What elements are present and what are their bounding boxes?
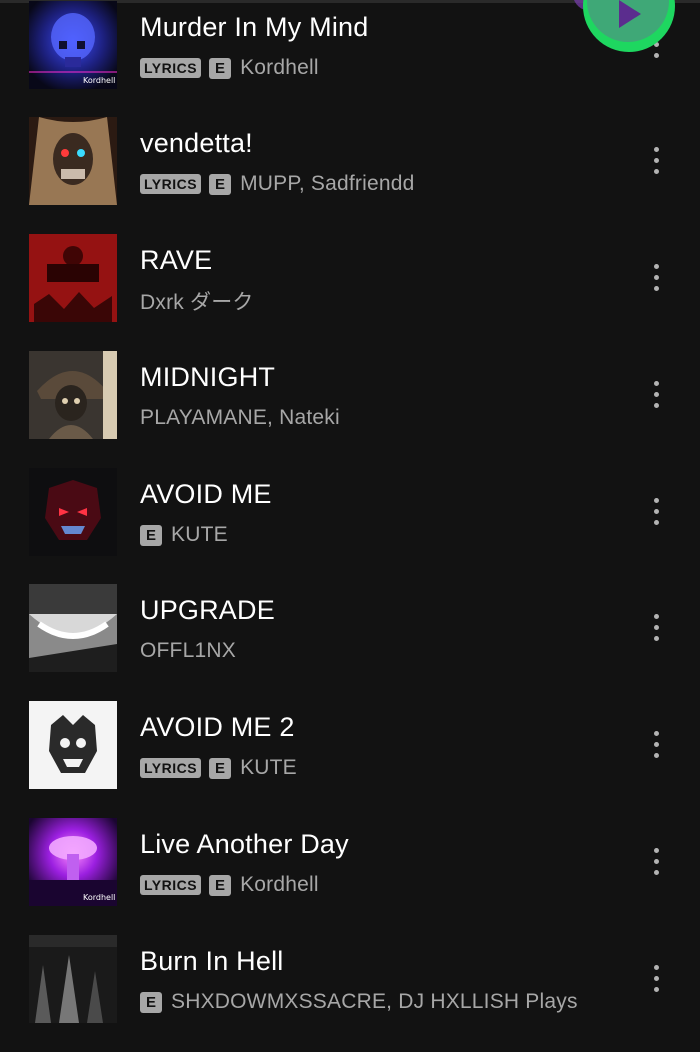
more-options-button[interactable]: [640, 844, 674, 880]
more-options-button[interactable]: [640, 961, 674, 997]
track-artist: OFFL1NX: [140, 639, 236, 662]
track-title: vendetta!: [140, 128, 253, 158]
track-row[interactable]: AVOID ME 2 LYRICS E KUTE: [0, 701, 700, 818]
explicit-badge: E: [140, 991, 162, 1013]
track-row[interactable]: AVOID ME E KUTE: [0, 468, 700, 585]
album-cover: [29, 468, 117, 556]
track-meta: LYRICS E KUTE: [140, 755, 297, 781]
track-title: AVOID ME 2: [140, 712, 295, 742]
track-meta: OFFL1NX: [140, 638, 236, 664]
track-meta: Dxrk ダーク: [140, 288, 254, 314]
track-title: UPGRADE: [140, 595, 275, 625]
track-artist: KUTE: [240, 756, 297, 779]
explicit-badge: E: [209, 173, 232, 195]
track-artist: Kordhell: [240, 56, 319, 79]
track-row[interactable]: MIDNIGHT PLAYAMANE, Nateki: [0, 351, 700, 468]
more-vertical-icon: [654, 147, 659, 152]
track-title: RAVE: [140, 245, 213, 275]
album-cover: [29, 234, 117, 322]
more-vertical-icon: [654, 381, 659, 386]
more-options-button[interactable]: [640, 494, 674, 530]
track-artist: KUTE: [171, 523, 228, 546]
lyrics-badge: LYRICS: [140, 58, 202, 78]
track-meta: LYRICS E MUPP, Sadfriendd: [140, 171, 414, 197]
track-row[interactable]: Kordhell Live Another Day LYRICS E Kordh…: [0, 818, 700, 935]
track-title: Murder In My Mind: [140, 12, 369, 42]
album-cover: Kordhell: [29, 818, 117, 906]
album-cover: [29, 584, 117, 672]
album-cover: [29, 935, 117, 1023]
more-options-button[interactable]: [640, 260, 674, 296]
more-options-button[interactable]: [640, 727, 674, 763]
more-vertical-icon: [654, 498, 659, 503]
track-meta: LYRICS E Kordhell: [140, 872, 319, 898]
album-cover: [29, 351, 117, 439]
lyrics-badge: LYRICS: [140, 758, 202, 778]
more-options-button[interactable]: [640, 143, 674, 179]
album-cover: Kordhell: [29, 1, 117, 89]
more-vertical-icon: [654, 731, 659, 736]
svg-text:Kordhell: Kordhell: [83, 893, 115, 902]
track-title: Live Another Day: [140, 829, 349, 859]
album-cover: [29, 117, 117, 205]
track-title: AVOID ME: [140, 479, 272, 509]
svg-text:Kordhell: Kordhell: [83, 76, 115, 85]
track-title: MIDNIGHT: [140, 362, 276, 392]
track-artist: MUPP, Sadfriendd: [240, 172, 415, 195]
track-meta: LYRICS E Kordhell: [140, 55, 319, 81]
more-vertical-icon: [654, 965, 659, 970]
explicit-badge: E: [209, 757, 232, 779]
lyrics-badge: LYRICS: [140, 875, 202, 895]
explicit-badge: E: [209, 57, 232, 79]
track-row[interactable]: vendetta! LYRICS E MUPP, Sadfriendd: [0, 117, 700, 234]
album-cover: [29, 701, 117, 789]
track-title: Burn In Hell: [140, 946, 284, 976]
more-vertical-icon: [654, 614, 659, 619]
more-options-button[interactable]: [640, 377, 674, 413]
track-meta: PLAYAMANE, Nateki: [140, 405, 340, 431]
track-artist: Kordhell: [240, 873, 319, 896]
play-icon: [619, 0, 641, 28]
explicit-badge: E: [140, 524, 162, 546]
track-artist: Dxrk ダーク: [140, 291, 254, 314]
track-row[interactable]: UPGRADE OFFL1NX: [0, 584, 700, 701]
track-meta: E SHXDOWMXSSACRE, DJ HXLLISH Plays: [140, 989, 578, 1015]
explicit-badge: E: [209, 874, 232, 896]
more-vertical-icon: [654, 848, 659, 853]
lyrics-badge: LYRICS: [140, 174, 202, 194]
more-vertical-icon: [654, 264, 659, 269]
track-meta: E KUTE: [140, 522, 228, 548]
track-artist: SHXDOWMXSSACRE, DJ HXLLISH Plays: [171, 990, 578, 1013]
track-artist: PLAYAMANE, Nateki: [140, 406, 340, 429]
more-options-button[interactable]: [640, 610, 674, 646]
track-row[interactable]: Burn In Hell E SHXDOWMXSSACRE, DJ HXLLIS…: [0, 935, 700, 1052]
track-row[interactable]: RAVE Dxrk ダーク: [0, 234, 700, 351]
